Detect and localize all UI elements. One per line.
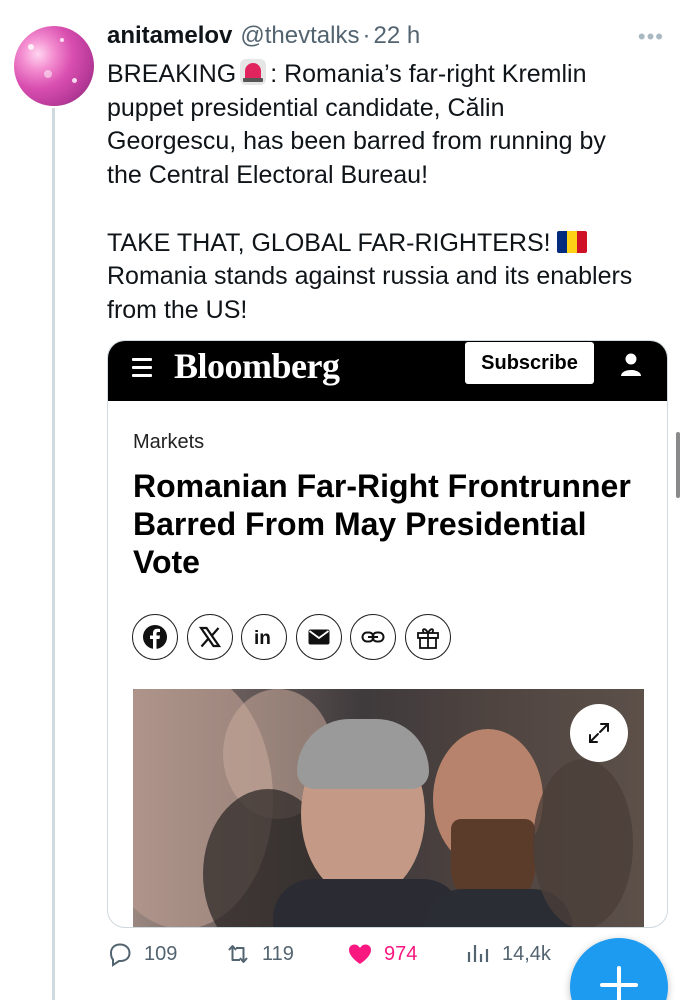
retweet-button[interactable]: 119 <box>224 940 294 968</box>
retweet-icon <box>228 945 248 963</box>
tweet-line: BREAKING : Romania’s far-right Kremlin <box>107 58 667 92</box>
article-photo[interactable] <box>133 689 644 927</box>
user-icon[interactable] <box>618 351 644 377</box>
tweet-line: the Central Electoral Bureau! <box>107 161 429 190</box>
flag-stripe <box>566 230 577 253</box>
avatar[interactable] <box>14 26 94 106</box>
x-icon <box>198 626 221 648</box>
tweet-actions: 109 119 974 14,4k <box>106 940 576 976</box>
avatar-sparkle <box>72 78 77 83</box>
tweet-line: from the US! <box>107 295 248 324</box>
views-icon <box>467 945 489 962</box>
photo-blur-person <box>533 759 633 927</box>
photo-hair <box>297 719 429 789</box>
romania-flag-emoji <box>556 230 587 253</box>
share-buttons: in <box>132 614 460 660</box>
bloomberg-header-bar: Bloomberg Subscribe <box>108 341 667 401</box>
media-card[interactable]: Bloomberg Subscribe Markets Romanian Far… <box>107 340 668 928</box>
tweet-header: anitamelov @thevtalks · 22 h ••• <box>107 22 664 56</box>
x-share-button[interactable] <box>186 614 233 660</box>
scrollbar[interactable] <box>676 432 680 498</box>
expand-icon <box>589 723 609 743</box>
reply-count: 109 <box>144 942 178 965</box>
compose-button[interactable] <box>570 938 668 1000</box>
tweet-time[interactable]: 22 h <box>373 22 420 50</box>
views-button[interactable]: 14,4k <box>464 940 551 968</box>
facebook-share-button[interactable] <box>132 614 178 660</box>
separator-dot: · <box>362 22 371 49</box>
text-line-1b: : Romania’s far-right Kremlin <box>270 60 587 88</box>
bloomberg-logo[interactable]: Bloomberg <box>174 345 340 387</box>
section-label[interactable]: Markets <box>133 431 204 454</box>
gift-icon <box>417 628 439 649</box>
subscribe-button[interactable]: Subscribe <box>465 342 594 384</box>
author-name[interactable]: anitamelov <box>107 22 232 50</box>
like-count: 974 <box>384 942 418 965</box>
flag-stripe <box>556 230 567 253</box>
svg-text:in: in <box>254 628 271 649</box>
text-breaking: BREAKING <box>107 60 237 88</box>
copy-link-button[interactable] <box>350 614 397 660</box>
plus-icon <box>600 966 638 1000</box>
avatar-sparkle <box>44 70 52 78</box>
like-button[interactable]: 974 <box>346 940 417 968</box>
heart-icon <box>349 944 371 964</box>
tweet-line: puppet presidential candidate, Călin <box>107 93 505 122</box>
gift-article-button[interactable] <box>404 614 451 660</box>
article-headline[interactable]: Romanian Far-Right Frontrunner Barred Fr… <box>133 467 653 581</box>
menu-icon[interactable] <box>132 358 152 377</box>
email-icon <box>308 629 330 645</box>
tweet-line: Romania stands against russia and its en… <box>107 262 633 291</box>
thread-line <box>52 108 55 1000</box>
tweet-line: Georgescu, has been barred from running … <box>107 127 606 156</box>
link-icon <box>361 631 385 643</box>
reply-icon <box>109 943 131 967</box>
avatar-sparkle <box>28 44 34 50</box>
reply-button[interactable]: 109 <box>106 940 177 968</box>
retweet-count: 119 <box>262 942 294 965</box>
more-horizontal-icon[interactable]: ••• <box>638 24 664 50</box>
author-handle[interactable]: @thevtalks <box>240 22 359 50</box>
expand-image-button[interactable] <box>570 704 628 762</box>
siren-emoji <box>240 59 267 85</box>
tweet-text: BREAKING : Romania’s far-right Kremlin pu… <box>107 58 667 328</box>
text-line-5: TAKE THAT, GLOBAL FAR-RIGHTERS! <box>107 228 551 257</box>
email-share-button[interactable] <box>295 614 342 660</box>
avatar-sparkle <box>60 38 64 42</box>
linkedin-share-button[interactable]: in <box>241 614 288 660</box>
flag-stripe <box>576 230 587 253</box>
tweet-line: TAKE THAT, GLOBAL FAR-RIGHTERS! <box>107 227 667 261</box>
linkedin-icon: in <box>254 628 271 649</box>
view-count: 14,4k <box>502 942 551 965</box>
facebook-icon <box>143 625 167 649</box>
